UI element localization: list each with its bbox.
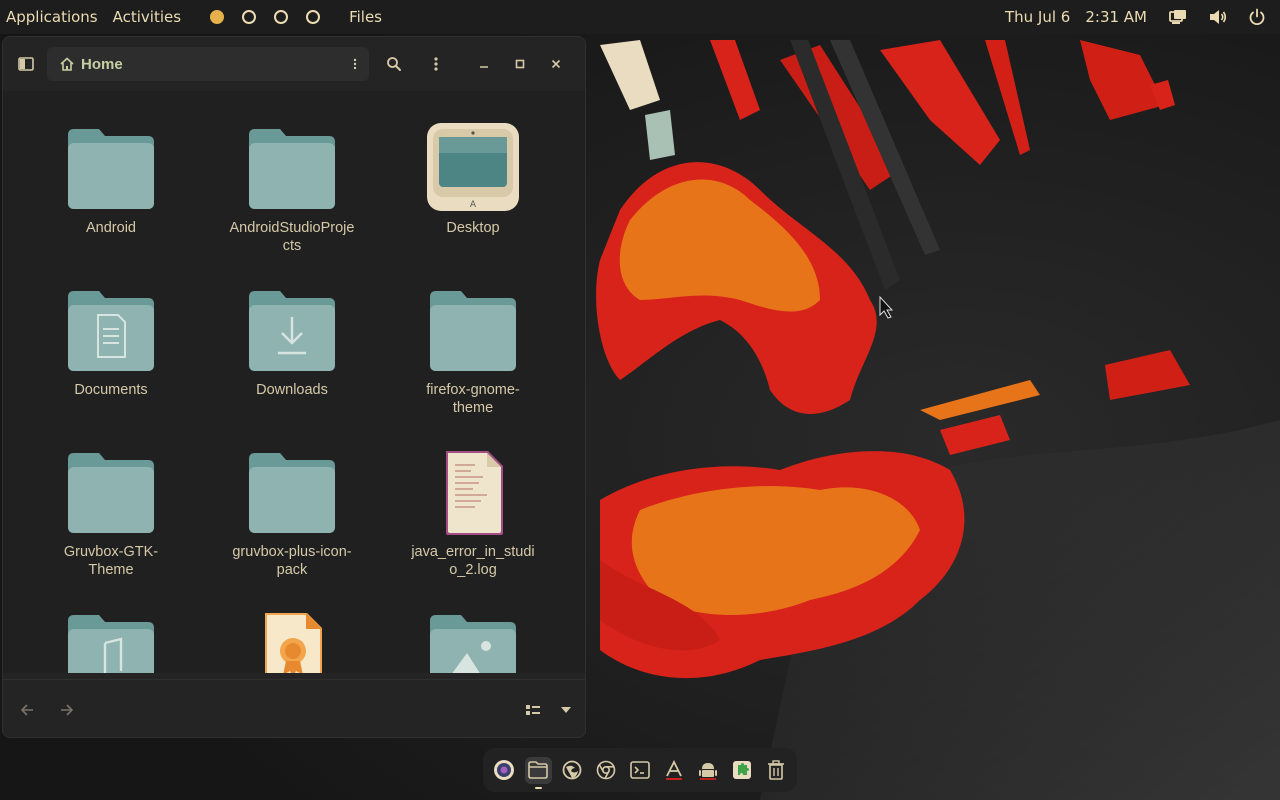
- close-icon[interactable]: [541, 49, 571, 79]
- downloads-folder-icon: [242, 285, 342, 377]
- file-label: java_error_in_studi o_2.log: [411, 544, 535, 578]
- music-folder-icon: [61, 609, 161, 673]
- file-label: Documents: [74, 382, 148, 398]
- android-studio-icon[interactable]: [695, 757, 722, 784]
- sidebar-toggle-icon[interactable]: [11, 49, 41, 79]
- pictures-folder-icon: [423, 609, 523, 673]
- file-item[interactable]: Gruvbox-GTK- Theme: [36, 447, 186, 579]
- view-options-chevron-icon[interactable]: [552, 696, 580, 724]
- applications-menu[interactable]: Applications: [6, 8, 98, 26]
- chrome-icon[interactable]: [593, 757, 620, 784]
- file-grid[interactable]: Android AndroidStudioProje cts A Desktop …: [3, 91, 585, 673]
- view-mode-icon[interactable]: [519, 696, 547, 724]
- clock-date[interactable]: Thu Jul 6: [1005, 8, 1070, 26]
- forward-icon[interactable]: [53, 696, 81, 724]
- path-menu-icon[interactable]: [353, 57, 357, 71]
- terminal-icon[interactable]: [627, 757, 654, 784]
- path-bar[interactable]: Home: [47, 47, 369, 81]
- dock: [483, 748, 797, 792]
- main-menu-icon[interactable]: [421, 49, 451, 79]
- file-item[interactable]: java_error_in_studi o_2.log: [398, 447, 548, 579]
- search-icon[interactable]: [379, 49, 409, 79]
- files-window: Home Android AndroidStudioProje cts A De…: [2, 36, 586, 738]
- minimize-icon[interactable]: [469, 49, 499, 79]
- file-label: Downloads: [256, 382, 328, 398]
- file-label: firefox-gnome-theme: [426, 382, 520, 416]
- app-menu[interactable]: Files: [349, 8, 382, 26]
- folder-icon: [242, 123, 342, 215]
- workspace-indicator-4[interactable]: [306, 10, 321, 24]
- file-label: Desktop: [446, 220, 500, 236]
- activities-button[interactable]: Activities: [113, 8, 181, 26]
- file-label: Android: [86, 220, 136, 236]
- file-label: Gruvbox-GTK- Theme: [63, 544, 159, 578]
- file-label: gruvbox-plus-icon-pack: [232, 544, 352, 578]
- workspace-indicator-3[interactable]: [274, 10, 289, 24]
- folder-icon: [61, 447, 161, 539]
- folder-icon: [61, 123, 161, 215]
- file-item[interactable]: Android: [36, 123, 186, 237]
- certificate-file-icon: [242, 609, 342, 673]
- file-label: AndroidStudioProje cts: [229, 220, 355, 254]
- folder-icon: [423, 285, 523, 377]
- status-bar: [3, 679, 585, 737]
- documents-folder-icon: [61, 285, 161, 377]
- file-item[interactable]: [217, 609, 367, 673]
- workspace-indicator-2[interactable]: [242, 10, 257, 24]
- text-file-icon: [423, 447, 523, 539]
- workspace-indicator-1[interactable]: [210, 10, 225, 24]
- text-editor-icon[interactable]: [661, 757, 688, 784]
- maximize-icon[interactable]: [505, 49, 535, 79]
- home-icon: [59, 56, 75, 72]
- file-item[interactable]: A Desktop: [398, 123, 548, 237]
- volume-icon[interactable]: [1209, 8, 1227, 26]
- file-item[interactable]: Downloads: [217, 285, 367, 399]
- file-item[interactable]: firefox-gnome-theme: [398, 285, 548, 417]
- header-bar: Home: [3, 37, 585, 91]
- trash-icon[interactable]: [763, 757, 790, 784]
- path-label-home[interactable]: Home: [81, 56, 123, 73]
- power-icon[interactable]: [1248, 8, 1266, 26]
- file-item[interactable]: [398, 609, 548, 673]
- file-item[interactable]: AndroidStudioProje cts: [217, 123, 367, 255]
- firefox-icon[interactable]: [559, 757, 586, 784]
- svg-text:A: A: [470, 200, 477, 210]
- clock-time[interactable]: 2:31 AM: [1085, 8, 1147, 26]
- desktop-folder-icon: A: [423, 123, 523, 215]
- screenshot-app-icon[interactable]: [491, 757, 518, 784]
- folder-icon: [242, 447, 342, 539]
- top-bar: Applications Activities Files Thu Jul 6 …: [0, 0, 1280, 34]
- back-icon[interactable]: [13, 696, 41, 724]
- file-item[interactable]: [36, 609, 186, 673]
- file-item[interactable]: Documents: [36, 285, 186, 399]
- network-icon[interactable]: [1169, 8, 1187, 26]
- extensions-icon[interactable]: [729, 757, 756, 784]
- file-item[interactable]: gruvbox-plus-icon-pack: [217, 447, 367, 579]
- files-app-icon[interactable]: [524, 756, 552, 789]
